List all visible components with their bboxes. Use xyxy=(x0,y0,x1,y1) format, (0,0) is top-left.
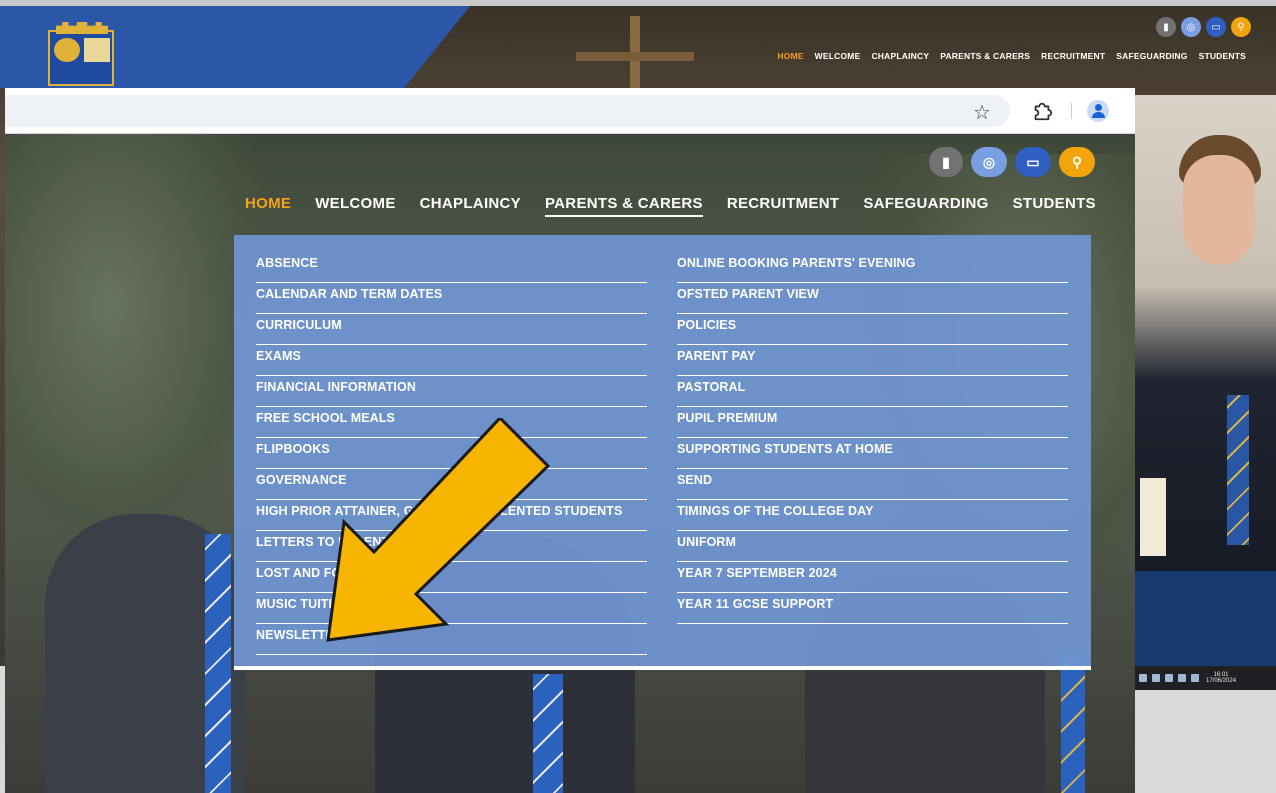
outer-nav-parents[interactable]: PARENTS & CARERS xyxy=(940,51,1030,61)
school-tie xyxy=(1061,654,1085,793)
taskbar-date: 17/06/2024 xyxy=(1206,678,1237,684)
parents-carers-dropdown: ABSENCE CALENDAR AND TERM DATES CURRICUL… xyxy=(234,235,1091,670)
id-card-icon[interactable]: ▭ xyxy=(1015,147,1051,177)
menu-item-parent-pay[interactable]: PARENT PAY xyxy=(677,345,1068,376)
id-card-icon[interactable]: ▭ xyxy=(1206,17,1226,37)
instagram-icon[interactable]: ◎ xyxy=(1181,17,1201,37)
outer-nav-recruitment[interactable]: RECRUITMENT xyxy=(1041,51,1105,61)
browser-toolbar: ☆ xyxy=(5,88,1135,134)
volume-icon[interactable] xyxy=(1178,674,1186,682)
menu-item-supporting-students[interactable]: SUPPORTING STUDENTS AT HOME xyxy=(677,438,1068,469)
star-icon[interactable]: ☆ xyxy=(973,100,991,125)
outer-nav-home[interactable]: HOME xyxy=(777,51,803,61)
menu-item-high-prior-attainer[interactable]: HIGH PRIOR ATTAINER, GIFTED AND TALENTED… xyxy=(256,500,647,531)
windows-taskbar-tray: 16:01 17/06/2024 xyxy=(1135,666,1276,690)
search-icon[interactable]: ⚲ xyxy=(1059,147,1095,177)
tray-icon[interactable] xyxy=(1152,674,1160,682)
menu-item-flipbooks[interactable]: FLIPBOOKS xyxy=(256,438,647,469)
nav-recruitment[interactable]: RECRUITMENT xyxy=(727,195,839,217)
taskbar-clock[interactable]: 16:01 17/06/2024 xyxy=(1206,672,1236,685)
dropdown-column-left: ABSENCE CALENDAR AND TERM DATES CURRICUL… xyxy=(256,252,647,655)
menu-item-curriculum[interactable]: CURRICULUM xyxy=(256,314,647,345)
outer-main-nav: HOME WELCOME CHAPLAINCY PARENTS & CARERS… xyxy=(777,51,1246,61)
network-icon[interactable] xyxy=(1165,674,1173,682)
nav-home[interactable]: HOME xyxy=(245,195,291,217)
menu-item-uniform[interactable]: UNIFORM xyxy=(677,531,1068,562)
menu-item-absence[interactable]: ABSENCE xyxy=(256,252,647,283)
dropdown-column-right: ONLINE BOOKING PARENTS' EVENING OFSTED P… xyxy=(677,252,1068,624)
outer-nav-students[interactable]: STUDENTS xyxy=(1199,51,1246,61)
desktop-area xyxy=(1135,690,1276,793)
office-icon[interactable]: ▮ xyxy=(929,147,963,177)
menu-item-music-tuition[interactable]: MUSIC TUITION xyxy=(256,593,647,624)
menu-item-year-11[interactable]: YEAR 11 GCSE SUPPORT xyxy=(677,593,1068,624)
menu-item-online-booking[interactable]: ONLINE BOOKING PARENTS' EVENING xyxy=(677,252,1068,283)
menu-item-newsletters[interactable]: NEWSLETTERS xyxy=(256,624,647,655)
browser-window: ☆ ▮ ◎ ▭ ⚲ HOME WELCOME CHAPLAINCY PARENT… xyxy=(5,88,1135,793)
school-tie xyxy=(205,534,231,793)
photo-footer-band xyxy=(1135,571,1276,666)
menu-item-calendar[interactable]: CALENDAR AND TERM DATES xyxy=(256,283,647,314)
header-icon-group: ▮ ◎ ▭ ⚲ xyxy=(929,147,1095,177)
menu-item-pupil-premium[interactable]: PUPIL PREMIUM xyxy=(677,407,1068,438)
instagram-icon[interactable]: ◎ xyxy=(971,147,1007,177)
menu-item-governance[interactable]: GOVERNANCE xyxy=(256,469,647,500)
toolbar-divider xyxy=(1071,103,1072,119)
background-trees xyxy=(5,134,265,554)
nav-students[interactable]: STUDENTS xyxy=(1013,195,1096,217)
outer-nav-safeguarding[interactable]: SAFEGUARDING xyxy=(1116,51,1187,61)
outer-header-icons: ▮ ◎ ▭ ⚲ xyxy=(1156,17,1251,37)
menu-item-year-7[interactable]: YEAR 7 SEPTEMBER 2024 xyxy=(677,562,1068,593)
address-bar[interactable] xyxy=(5,95,1010,127)
menu-item-ofsted-parent-view[interactable]: OFSTED PARENT VIEW xyxy=(677,283,1068,314)
menu-item-exams[interactable]: EXAMS xyxy=(256,345,647,376)
school-tie xyxy=(533,674,563,793)
crucifix-crossbar xyxy=(576,52,694,61)
menu-item-policies[interactable]: POLICIES xyxy=(677,314,1068,345)
profile-icon[interactable] xyxy=(1087,100,1109,122)
menu-item-pastoral[interactable]: PASTORAL xyxy=(677,376,1068,407)
extensions-icon[interactable] xyxy=(1031,100,1053,122)
office-icon[interactable]: ▮ xyxy=(1156,17,1176,37)
nav-chaplaincy[interactable]: CHAPLAINCY xyxy=(420,195,521,217)
outer-nav-chaplaincy[interactable]: CHAPLAINCY xyxy=(871,51,929,61)
search-icon[interactable]: ⚲ xyxy=(1231,17,1251,37)
candle-image xyxy=(1140,478,1166,556)
battery-icon[interactable] xyxy=(1191,674,1199,682)
website-page: ▮ ◎ ▭ ⚲ HOME WELCOME CHAPLAINCY PARENTS … xyxy=(5,134,1135,793)
school-crest-logo[interactable] xyxy=(48,22,114,86)
menu-item-financial-information[interactable]: FINANCIAL INFORMATION xyxy=(256,376,647,407)
nav-parents-carers[interactable]: PARENTS & CARERS xyxy=(544,195,703,217)
menu-item-letters-to-parents[interactable]: LETTERS TO PARENTS xyxy=(256,531,647,562)
nav-safeguarding[interactable]: SAFEGUARDING xyxy=(863,195,988,217)
outer-nav-welcome[interactable]: WELCOME xyxy=(815,51,861,61)
tray-icon[interactable] xyxy=(1139,674,1147,682)
main-nav: HOME WELCOME CHAPLAINCY PARENTS & CARERS… xyxy=(245,195,1096,217)
menu-item-lost-and-found[interactable]: LOST AND FOUND xyxy=(256,562,647,593)
menu-item-timings[interactable]: TIMINGS OF THE COLLEGE DAY xyxy=(677,500,1068,531)
nav-welcome[interactable]: WELCOME xyxy=(315,195,395,217)
menu-item-send[interactable]: SEND xyxy=(677,469,1068,500)
menu-item-free-school-meals[interactable]: FREE SCHOOL MEALS xyxy=(256,407,647,438)
